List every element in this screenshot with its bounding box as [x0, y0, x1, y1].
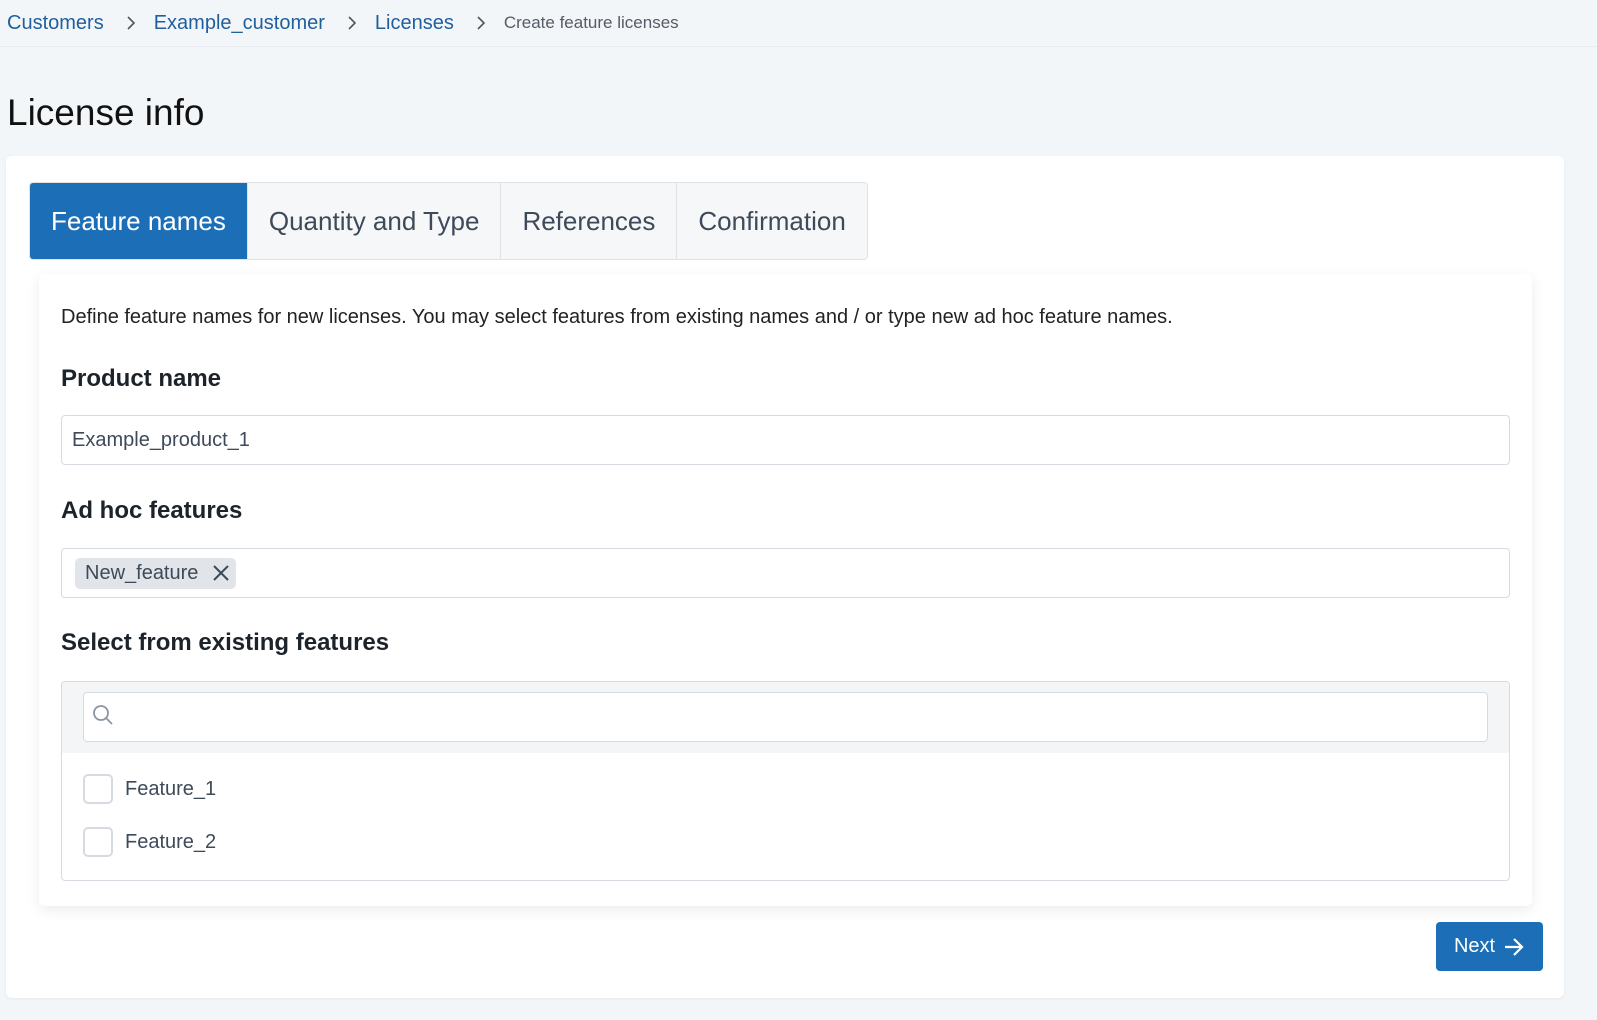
feature-1-checkbox[interactable] — [83, 774, 113, 804]
chevron-right-icon — [476, 15, 486, 31]
feature-option-label: Feature_2 — [125, 830, 217, 853]
product-name-label: Product name — [61, 365, 222, 392]
tab-confirmation[interactable]: Confirmation — [676, 183, 866, 259]
product-name-input[interactable]: Example_product_1 — [61, 415, 1510, 465]
ad-hoc-features-label: Ad hoc features — [61, 497, 243, 524]
breadcrumb: Customers Example_customer Licenses Crea… — [0, 0, 1597, 47]
existing-features-list: Feature_1 Feature_2 — [61, 681, 1510, 881]
tab-references[interactable]: References — [500, 183, 676, 259]
feature-option-label: Feature_1 — [125, 777, 217, 800]
feature-search-field[interactable] — [83, 692, 1488, 742]
feature-option[interactable]: Feature_1 — [83, 774, 216, 804]
tab-quantity-and-type[interactable]: Quantity and Type — [246, 183, 501, 259]
next-button-label: Next — [1453, 935, 1496, 957]
chip-label: New_feature — [85, 561, 199, 584]
chevron-right-icon — [126, 15, 136, 31]
chevron-right-icon — [347, 15, 357, 31]
license-wizard-card: Feature names Quantity and Type Referenc… — [6, 156, 1564, 998]
ad-hoc-features-input[interactable]: New_feature — [61, 548, 1510, 598]
breadcrumb-current: Create feature licenses — [503, 13, 679, 32]
breadcrumb-example-customer[interactable]: Example_customer — [154, 12, 325, 35]
tab-feature-names[interactable]: Feature names — [30, 183, 247, 259]
close-icon[interactable] — [210, 562, 232, 584]
feature-search-input[interactable] — [122, 693, 1487, 741]
wizard-tabs: Feature names Quantity and Type Referenc… — [29, 182, 868, 260]
feature-chip: New_feature — [75, 557, 237, 589]
breadcrumb-customers[interactable]: Customers — [7, 12, 104, 35]
feature-2-checkbox[interactable] — [83, 827, 113, 857]
existing-features-header — [62, 682, 1509, 753]
search-icon — [92, 704, 114, 731]
feature-option[interactable]: Feature_2 — [83, 827, 216, 857]
existing-features-label: Select from existing features — [61, 629, 390, 656]
page-title: License info — [7, 92, 205, 133]
product-name-value: Example_product_1 — [72, 428, 250, 451]
arrow-right-icon — [1505, 937, 1524, 956]
form-description: Define feature names for new licenses. Y… — [61, 306, 1173, 328]
next-button[interactable]: Next — [1436, 922, 1543, 971]
breadcrumb-licenses[interactable]: Licenses — [375, 12, 454, 35]
